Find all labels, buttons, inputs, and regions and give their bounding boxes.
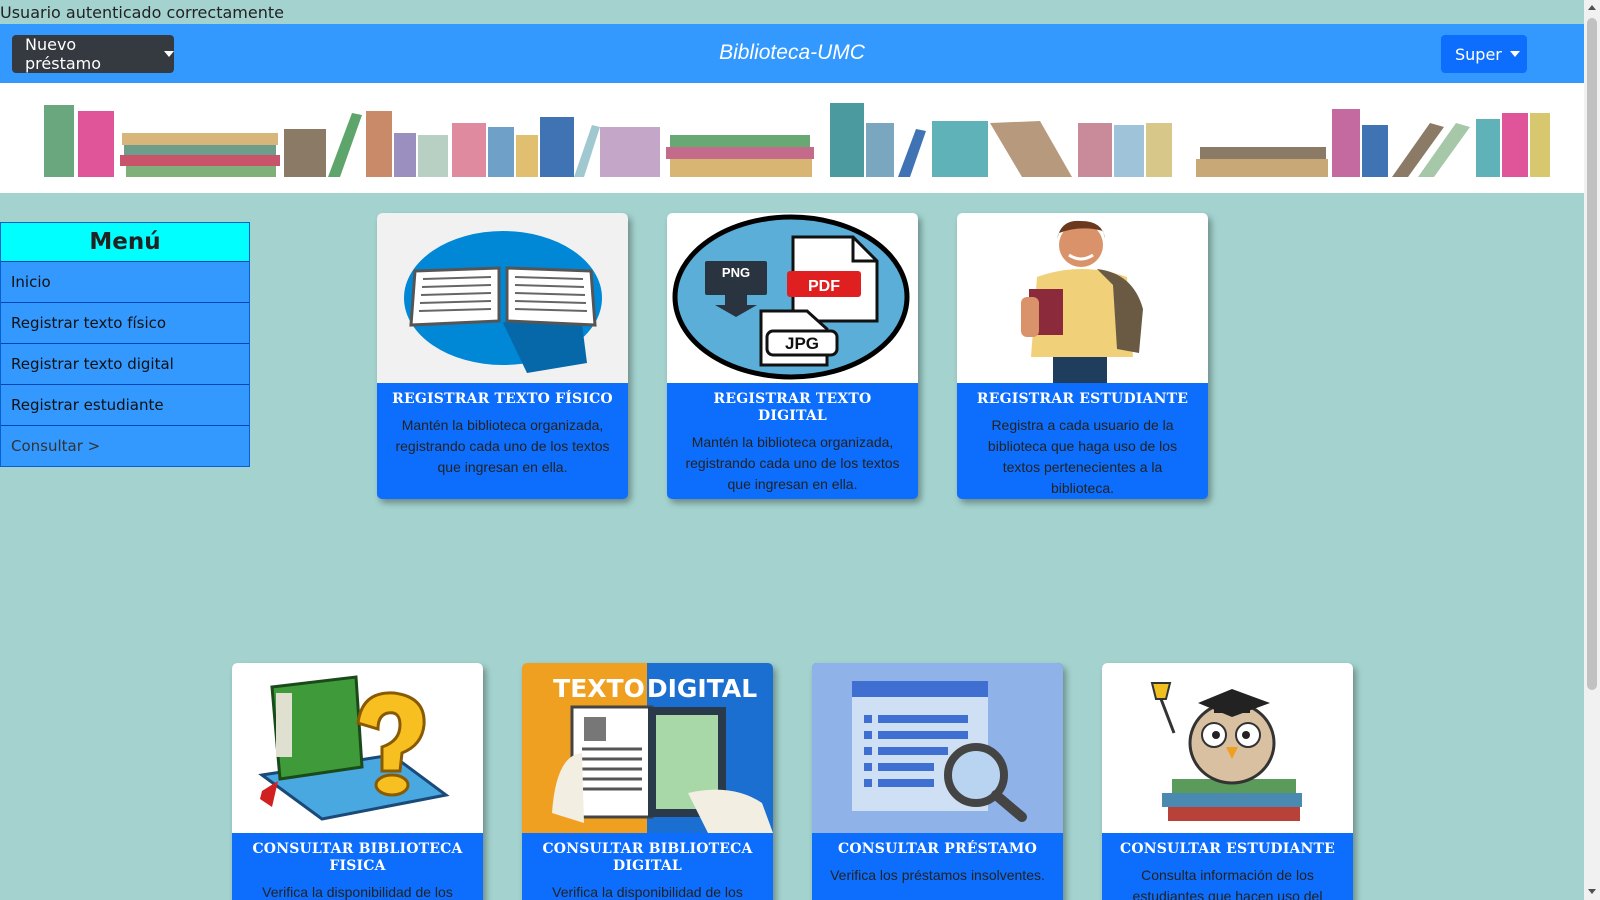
file-format-label: PNG xyxy=(722,265,750,280)
app-brand-title: Biblioteca-UMC xyxy=(719,41,865,64)
owl-graduate-icon xyxy=(1102,663,1353,833)
card-title: REGISTRAR ESTUDIANTE xyxy=(976,391,1189,407)
scroll-up-icon[interactable] xyxy=(1588,5,1596,10)
card-consultar-biblioteca-fisica[interactable]: CONSULTAR BIBLIOTECA FISICA Verifica la … xyxy=(232,663,483,900)
card-title: CONSULTAR ESTUDIANTE xyxy=(1119,841,1336,857)
card-description: Registra a cada usuario de la biblioteca… xyxy=(987,417,1178,496)
bookshelf-banner xyxy=(0,83,1584,193)
top-navbar: Nuevo préstamo Biblioteca-UMC Super xyxy=(0,24,1584,83)
card-consultar-prestamo[interactable]: CONSULTAR PRÉSTAMO Verifica los préstamo… xyxy=(812,663,1063,900)
card-description: Mantén la biblioteca organizada, registr… xyxy=(685,434,900,492)
scrollbar-thumb[interactable] xyxy=(1587,18,1597,690)
search-document-icon xyxy=(812,663,1063,833)
image-text-texto: TEXTO xyxy=(553,674,645,703)
digital-text-icon: TEXTO DIGITAL xyxy=(522,663,773,833)
side-menu: Menú Inicio Registrar texto físico Regis… xyxy=(0,222,250,467)
menu-item-registrar-texto-digital[interactable]: Registrar texto digital xyxy=(1,343,249,384)
auth-success-alert: Usuario autenticado correctamente xyxy=(0,3,284,22)
chevron-down-icon xyxy=(1509,51,1520,57)
file-format-label: JPG xyxy=(785,334,819,353)
menu-item-registrar-texto-fisico[interactable]: Registrar texto físico xyxy=(1,302,249,343)
card-title: CONSULTAR PRÉSTAMO xyxy=(838,841,1037,857)
student-icon xyxy=(957,213,1208,383)
card-consultar-estudiante[interactable]: CONSULTAR ESTUDIANTE Consulta informació… xyxy=(1102,663,1353,900)
card-description: Consulta información de los estudiantes … xyxy=(1132,867,1323,900)
card-registrar-texto-digital[interactable]: PDF PNG JPG REGISTRAR TEXTO DIGITAL Mant… xyxy=(667,213,918,499)
file-formats-icon: PDF PNG JPG xyxy=(667,213,918,383)
user-dropdown-button[interactable]: Super xyxy=(1441,35,1527,73)
image-text-digital: DIGITAL xyxy=(647,674,757,703)
menu-item-inicio[interactable]: Inicio xyxy=(1,261,249,302)
card-description: Verifica la disponibilidad de los xyxy=(552,884,743,900)
card-title: REGISTRAR TEXTO FÍSICO xyxy=(392,391,613,407)
card-consultar-biblioteca-digital[interactable]: TEXTO DIGITAL CONSULTAR BIBLIOTECA DIGIT… xyxy=(522,663,773,900)
open-book-icon xyxy=(377,213,628,383)
card-description: Verifica la disponibilidad de los xyxy=(262,884,453,900)
bookshelf-banner-image xyxy=(44,103,1550,177)
books-question-icon xyxy=(232,663,483,833)
menu-title: Menú xyxy=(1,223,249,261)
menu-item-registrar-estudiante[interactable]: Registrar estudiante xyxy=(1,384,249,425)
card-title: REGISTRAR TEXTO DIGITAL xyxy=(713,391,872,424)
card-registrar-estudiante[interactable]: REGISTRAR ESTUDIANTE Registra a cada usu… xyxy=(957,213,1208,499)
card-title: CONSULTAR BIBLIOTECA FISICA xyxy=(252,841,463,874)
user-label: Super xyxy=(1455,44,1502,64)
card-title: CONSULTAR BIBLIOTECA DIGITAL xyxy=(542,841,753,874)
scroll-down-icon[interactable] xyxy=(1588,889,1596,894)
card-description: Mantén la biblioteca organizada, registr… xyxy=(395,417,610,475)
card-description: Verifica los préstamos insolventes. xyxy=(830,867,1045,883)
menu-item-consultar[interactable]: Consultar > xyxy=(1,425,249,466)
file-format-label: PDF xyxy=(808,278,840,295)
card-registrar-texto-fisico[interactable]: REGISTRAR TEXTO FÍSICO Mantén la bibliot… xyxy=(377,213,628,499)
vertical-scrollbar[interactable] xyxy=(1584,0,1600,900)
